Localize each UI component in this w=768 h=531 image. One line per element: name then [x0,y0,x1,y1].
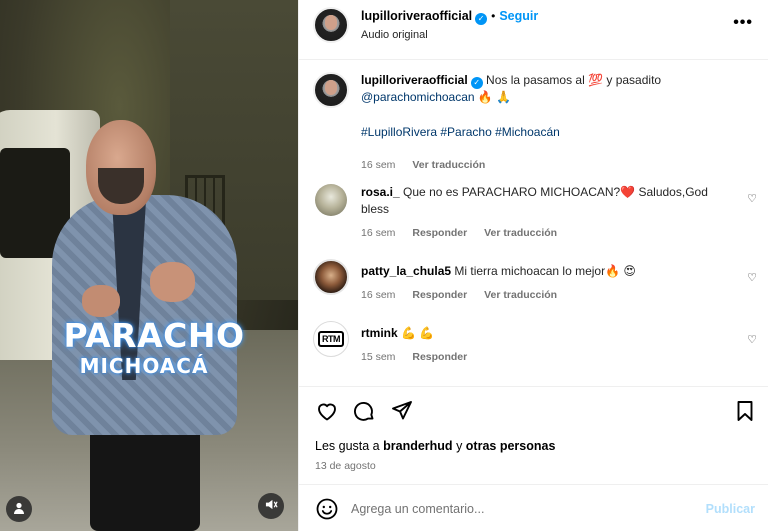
reply-button[interactable]: Responder [412,351,467,363]
likes-summary: Les gusta a branderhud y otras personas [315,439,555,453]
caption-time: 16 sem [361,159,396,171]
like-heart-icon[interactable] [315,399,339,423]
comment-item: rosa.i_ Que no es PARACHARO MICHOACAN?❤️… [299,184,768,244]
person-hand-left [82,285,120,317]
verified-badge-icon: ✓ [470,77,483,89]
more-options-icon[interactable]: ••• [733,14,753,32]
rtm-logo: RTM [318,331,344,347]
comment-body: Mi tierra michoacan lo mejor🔥 😍 [454,264,636,278]
reply-button[interactable]: Responder [412,227,467,239]
comment-input[interactable] [351,498,691,520]
comment-time: 15 sem [361,351,396,363]
likes-conjunction: y [456,439,463,453]
author-username[interactable]: lupilloriveraofficial [361,9,472,23]
commenter-username[interactable]: rosa.i_ [361,185,400,199]
emoji-smiley-icon[interactable] [315,497,339,521]
commenter-avatar[interactable]: RTM [313,321,349,357]
caption-translate-link[interactable]: Ver traducción [412,159,485,171]
caption-mention[interactable]: @parachomichoacan [361,90,475,104]
post-date[interactable]: 13 de agosto [315,460,376,472]
caption-username[interactable]: lupilloriveraofficial [361,73,468,87]
comments-list[interactable]: lupilloriveraofficial ✓ Nos la pasamos al… [299,60,768,386]
comment-item: patty_la_chula5 Mi tierra michoacan lo m… [299,259,768,309]
separator-dot: • [491,9,496,23]
commenter-username[interactable]: rtmink [361,326,398,340]
like-comment-heart-icon[interactable]: ♡ [747,333,757,346]
reel-video[interactable]: PARACHO MICHOACÁ [0,0,298,531]
publish-button[interactable]: Publicar [706,502,755,516]
audio-link[interactable]: Audio original [361,29,428,41]
comment-time: 16 sem [361,289,396,301]
muted-speaker-icon [265,498,278,514]
comment-item: RTM rtmink 💪 💪 15 sem Responder ♡ [299,321,768,371]
comment-body: 💪 💪 [401,326,435,340]
tagged-users-button[interactable] [6,496,32,522]
person-hand [150,262,195,302]
verified-badge-icon: ✓ [475,13,488,25]
comment-composer: Publicar [299,484,768,531]
commenter-username[interactable]: patty_la_chula5 [361,264,451,278]
translate-link[interactable]: Ver traducción [484,289,557,301]
commenter-avatar[interactable] [313,259,349,295]
comment-time: 16 sem [361,227,396,239]
post-caption: lupilloriveraofficial ✓ Nos la pasamos al… [299,70,768,171]
caption-meta: 16 sem Ver traducción [361,159,499,171]
comment-bubble-icon[interactable] [352,399,376,423]
like-comment-heart-icon[interactable]: ♡ [747,192,757,205]
video-caption-line1: PARACHO [63,316,245,355]
caption-author-avatar[interactable] [313,72,349,108]
save-bookmark-icon[interactable] [733,399,757,423]
share-send-icon[interactable] [390,399,414,423]
person-icon [13,502,25,517]
likes-others-link[interactable]: otras personas [466,439,556,453]
comment-meta: 16 sem Responder Ver traducción [361,289,571,301]
comment-text: rosa.i_ Que no es PARACHARO MICHOACAN?❤️… [361,184,733,218]
reply-button[interactable]: Responder [412,289,467,301]
header-title-line: lupilloriveraofficial ✓ • Seguir [361,9,538,25]
mute-button[interactable] [258,493,284,519]
likes-prefix: Les gusta a [315,439,380,453]
likes-user-link[interactable]: branderhud [383,439,452,453]
comment-body: Que no es PARACHARO MICHOACAN?❤️ Saludos… [361,185,708,216]
post-actions: Les gusta a branderhud y otras personas … [299,386,768,484]
person-jacket [52,195,237,435]
caption-body: Nos la pasamos al 💯 y pasadito [486,73,662,87]
post-header: lupilloriveraofficial ✓ • Seguir Audio orig… [299,0,768,60]
commenter-avatar[interactable] [315,184,347,216]
author-avatar[interactable] [313,7,349,43]
caption-hashtags[interactable]: #LupilloRivera #Paracho #Michoacán [361,125,560,139]
post-panel: lupilloriveraofficial ✓ • Seguir Audio orig… [298,0,768,531]
comment-text: rtmink 💪 💪 [361,325,733,342]
caption-emojis: 🔥 🙏 [477,90,512,104]
comment-meta: 15 sem Responder [361,351,481,363]
video-caption-line2: MICHOACÁ [79,354,209,378]
comment-meta: 16 sem Responder Ver traducción [361,227,571,239]
like-comment-heart-icon[interactable]: ♡ [747,271,757,284]
translate-link[interactable]: Ver traducción [484,227,557,239]
caption-text: lupilloriveraofficial ✓ Nos la pasamos al… [361,72,733,106]
follow-button[interactable]: Seguir [499,9,538,23]
comment-text: patty_la_chula5 Mi tierra michoacan lo m… [361,263,733,280]
caption-hashtags-line: #LupilloRivera #Paracho #Michoacán [361,124,733,141]
